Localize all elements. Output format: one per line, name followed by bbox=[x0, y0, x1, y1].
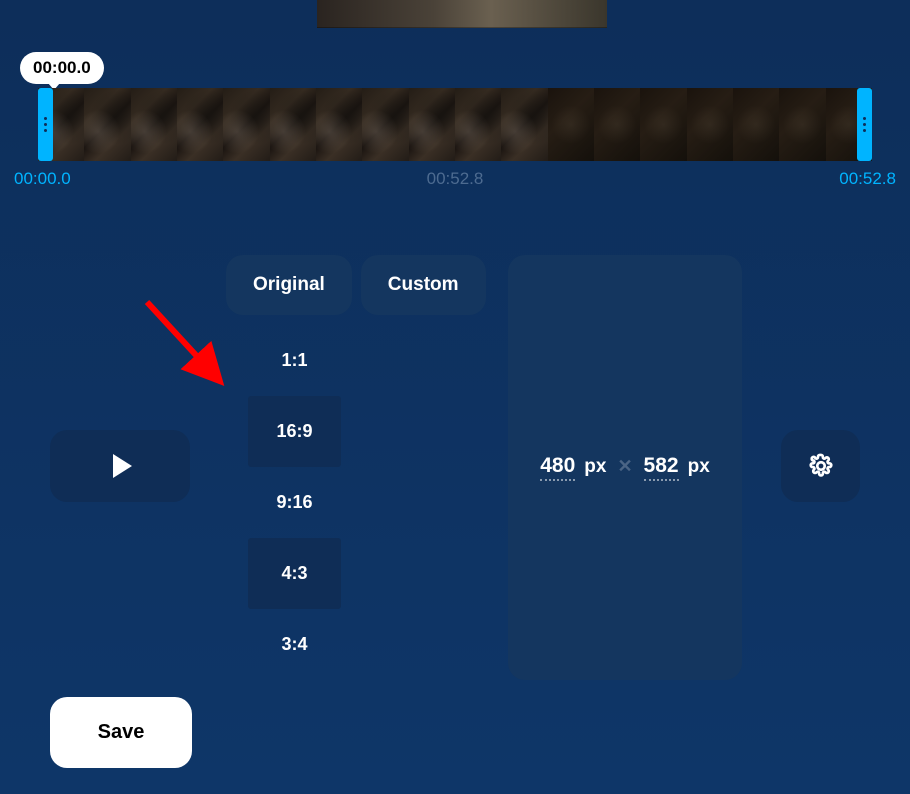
timeline-mid-time: 00:52.8 bbox=[427, 169, 484, 189]
timeline-start-time: 00:00.0 bbox=[14, 169, 71, 189]
tab-custom[interactable]: Custom bbox=[361, 255, 486, 315]
handle-grip-icon bbox=[863, 117, 866, 120]
handle-grip-icon bbox=[44, 129, 47, 132]
video-preview bbox=[317, 0, 607, 28]
handle-grip-icon bbox=[44, 123, 47, 126]
filmstrip-frame bbox=[177, 88, 223, 161]
filmstrip[interactable] bbox=[38, 88, 872, 161]
ratio-option-3-4[interactable]: 3:4 bbox=[248, 609, 341, 680]
filmstrip-frame bbox=[316, 88, 362, 161]
filmstrip-frame bbox=[548, 88, 594, 161]
controls-row bbox=[50, 430, 860, 502]
filmstrip-frame bbox=[733, 88, 779, 161]
filmstrip-frame bbox=[455, 88, 501, 161]
filmstrip-frame bbox=[362, 88, 408, 161]
filmstrip-frame bbox=[687, 88, 733, 161]
settings-button[interactable] bbox=[781, 430, 860, 502]
tab-original[interactable]: Original bbox=[226, 255, 352, 315]
filmstrip-frame bbox=[131, 88, 177, 161]
filmstrip-frame bbox=[223, 88, 269, 161]
filmstrip-frame bbox=[594, 88, 640, 161]
save-button[interactable]: Save bbox=[50, 697, 192, 768]
filmstrip-frame bbox=[84, 88, 130, 161]
ratio-option-4-3[interactable]: 4:3 bbox=[248, 538, 341, 609]
timeline-end-time: 00:52.8 bbox=[839, 169, 896, 189]
gear-icon bbox=[807, 452, 835, 480]
trim-handle-start[interactable] bbox=[38, 88, 53, 161]
filmstrip-frame bbox=[270, 88, 316, 161]
handle-grip-icon bbox=[863, 123, 866, 126]
handle-grip-icon bbox=[863, 129, 866, 132]
aspect-tabs: Original Custom bbox=[226, 255, 486, 315]
handle-grip-icon bbox=[44, 117, 47, 120]
filmstrip-frame bbox=[501, 88, 547, 161]
aspect-ratio-list: 1:1 16:9 9:16 4:3 3:4 bbox=[248, 325, 341, 680]
play-button[interactable] bbox=[50, 430, 190, 502]
play-icon bbox=[113, 454, 132, 478]
filmstrip-frame bbox=[409, 88, 455, 161]
filmstrip-frame bbox=[779, 88, 825, 161]
filmstrip-frame bbox=[640, 88, 686, 161]
trim-handle-end[interactable] bbox=[857, 88, 872, 161]
ratio-option-1-1[interactable]: 1:1 bbox=[248, 325, 341, 396]
playhead-time-bubble[interactable]: 00:00.0 bbox=[20, 52, 104, 84]
